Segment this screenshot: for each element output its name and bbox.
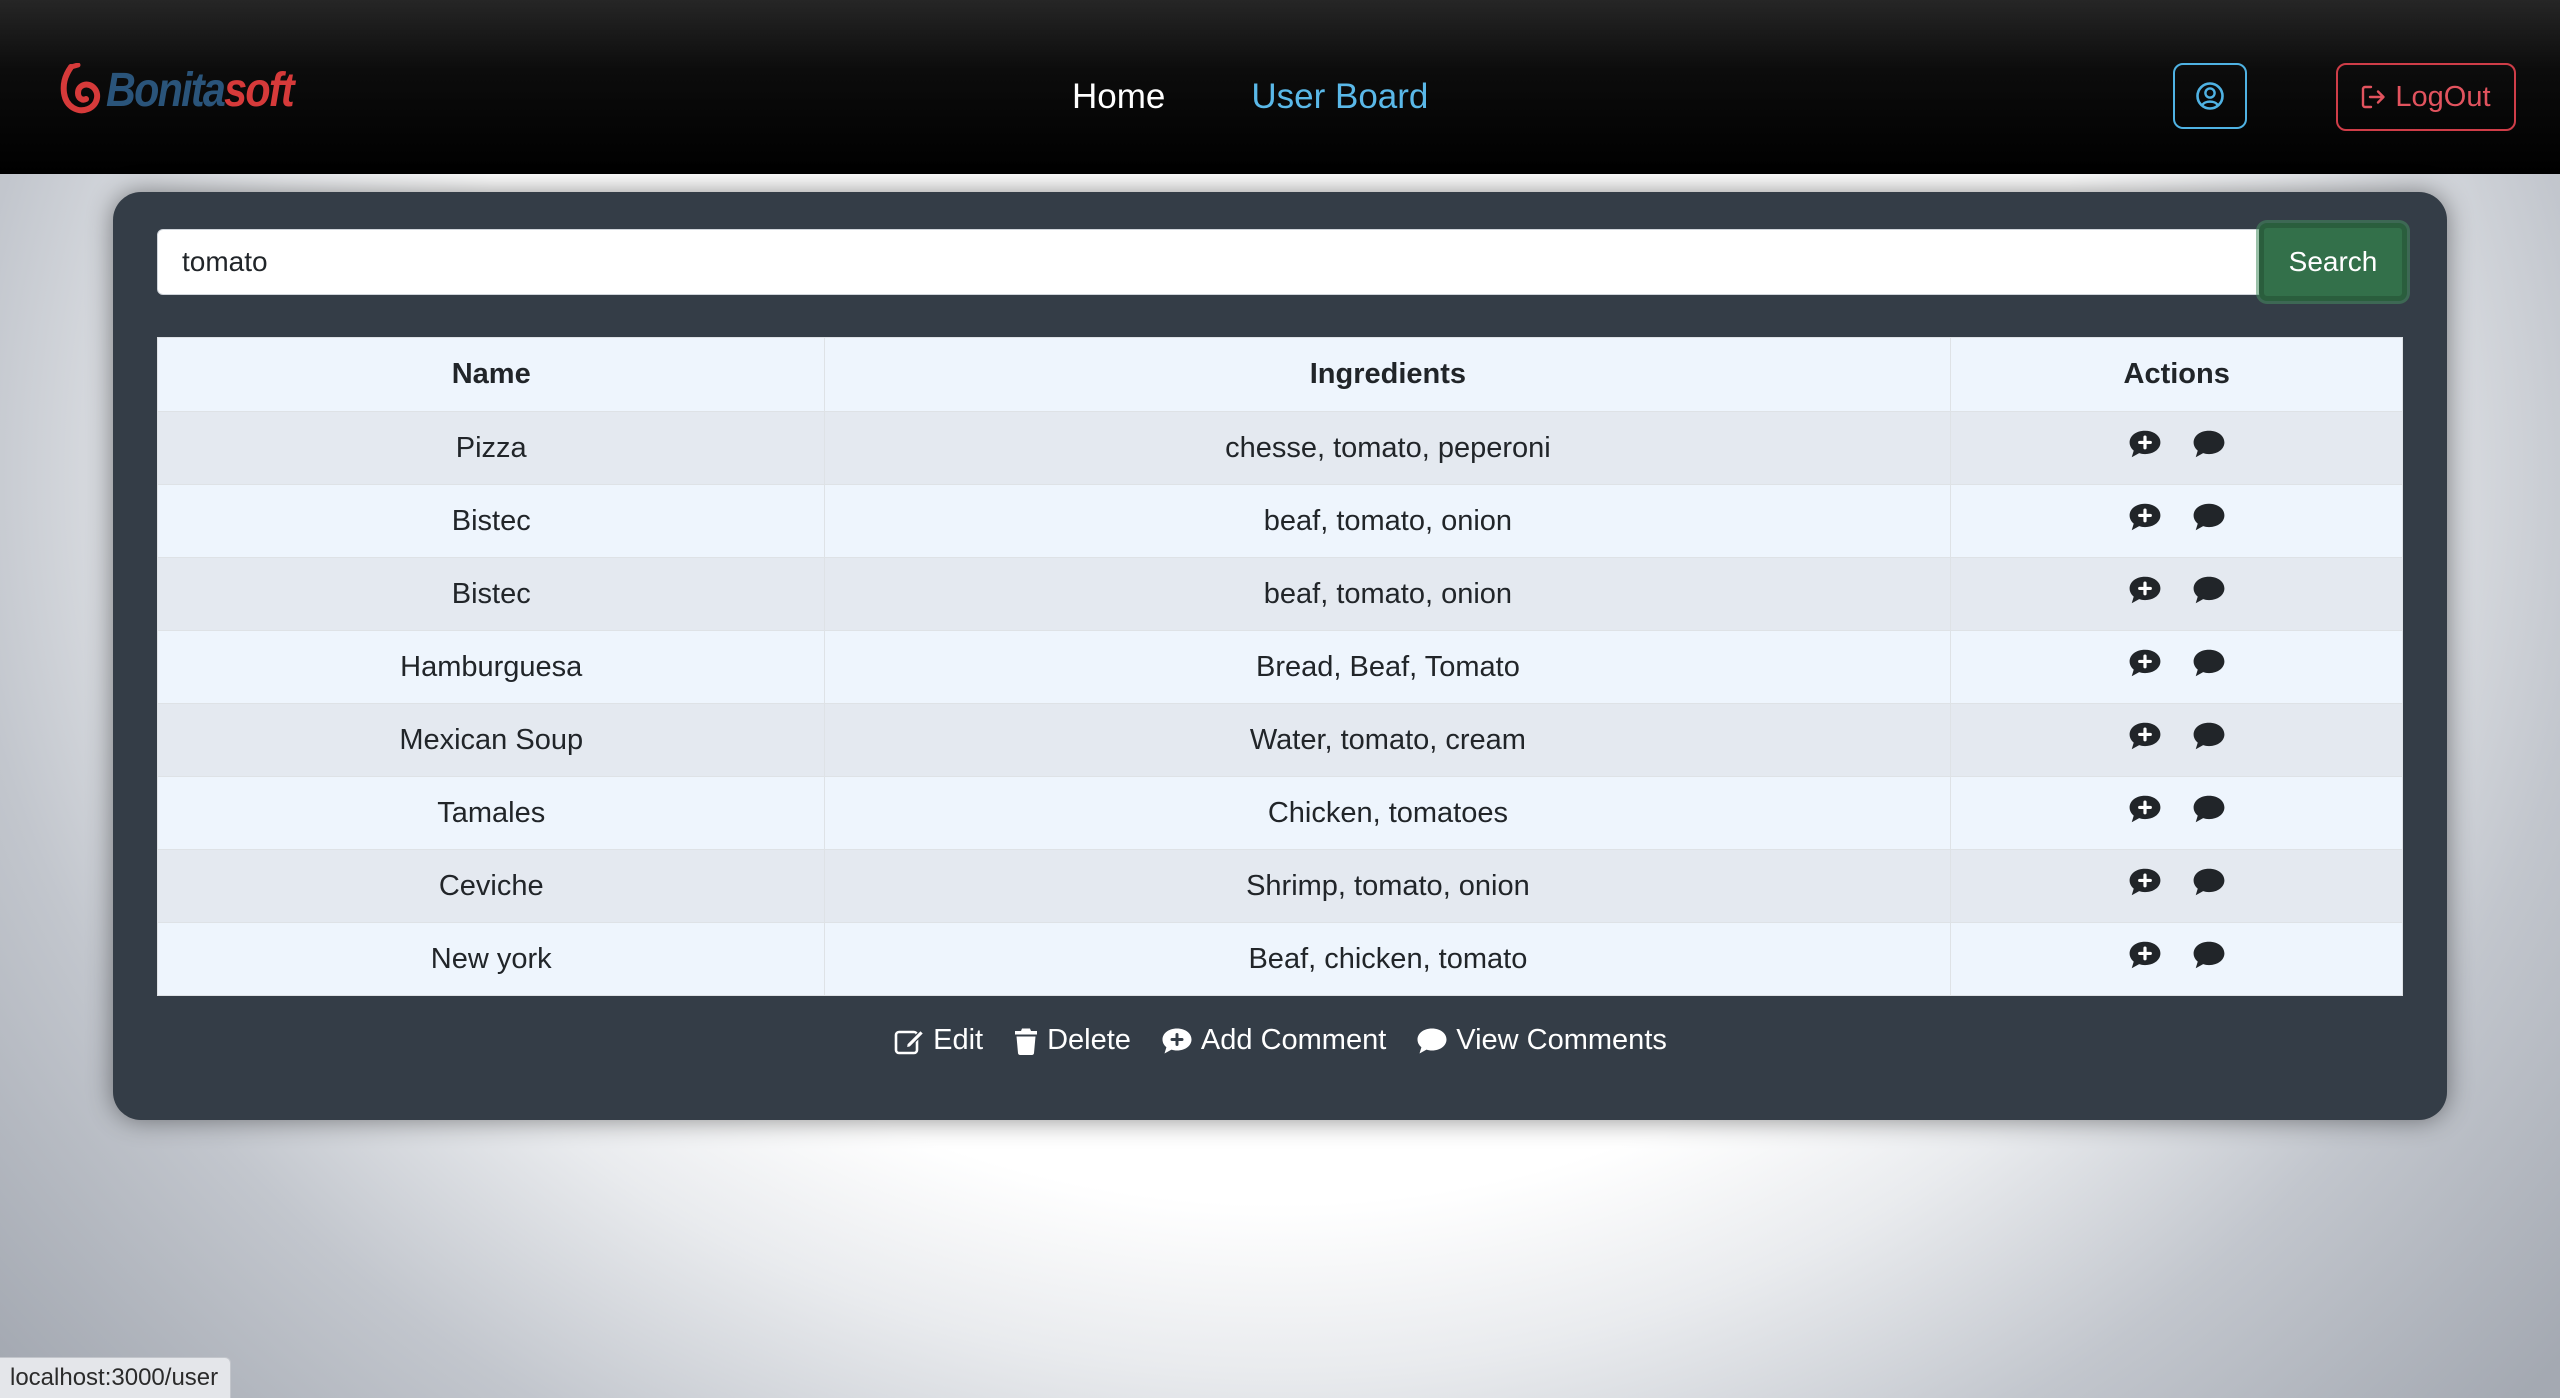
recipes-table: Name Ingredients Actions Pizza chesse, to… bbox=[156, 337, 2403, 996]
legend-add-comment: Add Comment bbox=[1161, 1024, 1386, 1057]
brand-logo[interactable]: Bonitasoft bbox=[58, 62, 323, 118]
column-header-name: Name bbox=[156, 337, 826, 412]
brand-name-part2: soft bbox=[224, 63, 295, 117]
view-comments-icon[interactable] bbox=[2192, 429, 2226, 459]
legend-delete: Delete bbox=[1013, 1024, 1131, 1057]
add-comment-icon[interactable] bbox=[2128, 867, 2162, 897]
cell-ingredients: Shrimp, tomato, onion bbox=[824, 849, 1952, 923]
add-comment-icon bbox=[1162, 1028, 1192, 1053]
legend-edit-label: Edit bbox=[933, 1024, 984, 1056]
add-comment-icon[interactable] bbox=[2128, 648, 2162, 678]
cell-ingredients: Chicken, tomatoes bbox=[824, 776, 1952, 850]
cell-actions bbox=[1950, 630, 2403, 704]
cell-name: Bistec bbox=[156, 484, 826, 558]
actions-legend: Edit Delete Add Comment View Comments bbox=[113, 1024, 2447, 1057]
cell-actions bbox=[1950, 776, 2403, 850]
nav-user-board-link[interactable]: User Board bbox=[1251, 72, 1428, 122]
column-header-ingredients: Ingredients bbox=[824, 337, 1952, 412]
profile-button[interactable] bbox=[2173, 63, 2247, 129]
brand-name-part1: Bonita bbox=[106, 63, 226, 117]
search-button[interactable]: Search bbox=[2259, 223, 2407, 301]
browser-status-url: localhost:3000/user bbox=[0, 1357, 232, 1398]
add-comment-icon[interactable] bbox=[2128, 721, 2162, 751]
view-comments-icon[interactable] bbox=[2192, 794, 2226, 824]
table-header-row: Name Ingredients Actions bbox=[156, 337, 2403, 412]
nav-links: Home User Board bbox=[1072, 72, 1428, 122]
logout-icon bbox=[2362, 85, 2386, 109]
view-comments-icon[interactable] bbox=[2192, 648, 2226, 678]
logout-button[interactable]: LogOut bbox=[2336, 63, 2516, 131]
search-input[interactable] bbox=[157, 229, 2269, 295]
legend-view-comments-label: View Comments bbox=[1456, 1024, 1667, 1056]
bonitasoft-logo-icon bbox=[60, 63, 101, 114]
cell-name: New york bbox=[156, 922, 826, 996]
cell-actions bbox=[1950, 703, 2403, 777]
add-comment-icon[interactable] bbox=[2128, 794, 2162, 824]
column-header-actions: Actions bbox=[1950, 337, 2403, 412]
user-circle-icon bbox=[2196, 82, 2224, 110]
cell-name: Hamburguesa bbox=[156, 630, 826, 704]
cell-actions bbox=[1950, 411, 2403, 485]
nav-home-link[interactable]: Home bbox=[1072, 72, 1165, 122]
table-body: Pizza chesse, tomato, peperoni Bistec beaf,… bbox=[156, 411, 2403, 996]
add-comment-icon[interactable] bbox=[2128, 502, 2162, 532]
view-comments-icon[interactable] bbox=[2192, 575, 2226, 605]
legend-delete-label: Delete bbox=[1047, 1024, 1131, 1056]
cell-actions bbox=[1950, 849, 2403, 923]
legend-add-comment-label: Add Comment bbox=[1200, 1024, 1387, 1056]
recipes-panel: Search Name Ingredients Actions Pizzache… bbox=[113, 192, 2447, 1120]
table-row: Hamburguesa Bread, Beaf, Tomato bbox=[156, 630, 2403, 704]
cell-actions bbox=[1950, 922, 2403, 996]
logout-label: LogOut bbox=[2395, 80, 2491, 113]
cell-name: Pizza bbox=[156, 411, 826, 485]
cell-ingredients: chesse, tomato, peperoni bbox=[824, 411, 1952, 485]
table-row: Pizza chesse, tomato, peperoni bbox=[156, 411, 2403, 485]
table-row: Mexican Soup Water, tomato, cream bbox=[156, 703, 2403, 777]
add-comment-icon[interactable] bbox=[2128, 429, 2162, 459]
table-row: Bistec beaf, tomato, onion bbox=[156, 557, 2403, 631]
comment-icon bbox=[1417, 1028, 1447, 1053]
view-comments-icon[interactable] bbox=[2192, 940, 2226, 970]
cell-ingredients: Water, tomato, cream bbox=[824, 703, 1952, 777]
cell-actions bbox=[1950, 557, 2403, 631]
cell-ingredients: Beaf, chicken, tomato bbox=[824, 922, 1952, 996]
cell-name: Ceviche bbox=[156, 849, 826, 923]
cell-ingredients: beaf, tomato, onion bbox=[824, 557, 1952, 631]
table-row: Tamales Chicken, tomatoes bbox=[156, 776, 2403, 850]
legend-view-comments: View Comments bbox=[1416, 1024, 1667, 1057]
navbar: Bonitasoft Home User Board LogOut bbox=[0, 0, 2560, 174]
cell-actions bbox=[1950, 484, 2403, 558]
view-comments-icon[interactable] bbox=[2192, 502, 2226, 532]
cell-ingredients: Bread, Beaf, Tomato bbox=[824, 630, 1952, 704]
edit-icon bbox=[894, 1029, 925, 1054]
cell-ingredients: beaf, tomato, onion bbox=[824, 484, 1952, 558]
add-comment-icon[interactable] bbox=[2128, 940, 2162, 970]
cell-name: Mexican Soup bbox=[156, 703, 826, 777]
view-comments-icon[interactable] bbox=[2192, 867, 2226, 897]
table-row: Ceviche Shrimp, tomato, onion bbox=[156, 849, 2403, 923]
cell-name: Tamales bbox=[156, 776, 826, 850]
view-comments-icon[interactable] bbox=[2192, 721, 2226, 751]
trash-icon bbox=[1015, 1028, 1038, 1055]
table-row: Bistec beaf, tomato, onion bbox=[156, 484, 2403, 558]
cell-name: Bistec bbox=[156, 557, 826, 631]
legend-edit: Edit bbox=[893, 1024, 983, 1057]
table-row: New york Beaf, chicken, tomato bbox=[156, 922, 2403, 996]
add-comment-icon[interactable] bbox=[2128, 575, 2162, 605]
